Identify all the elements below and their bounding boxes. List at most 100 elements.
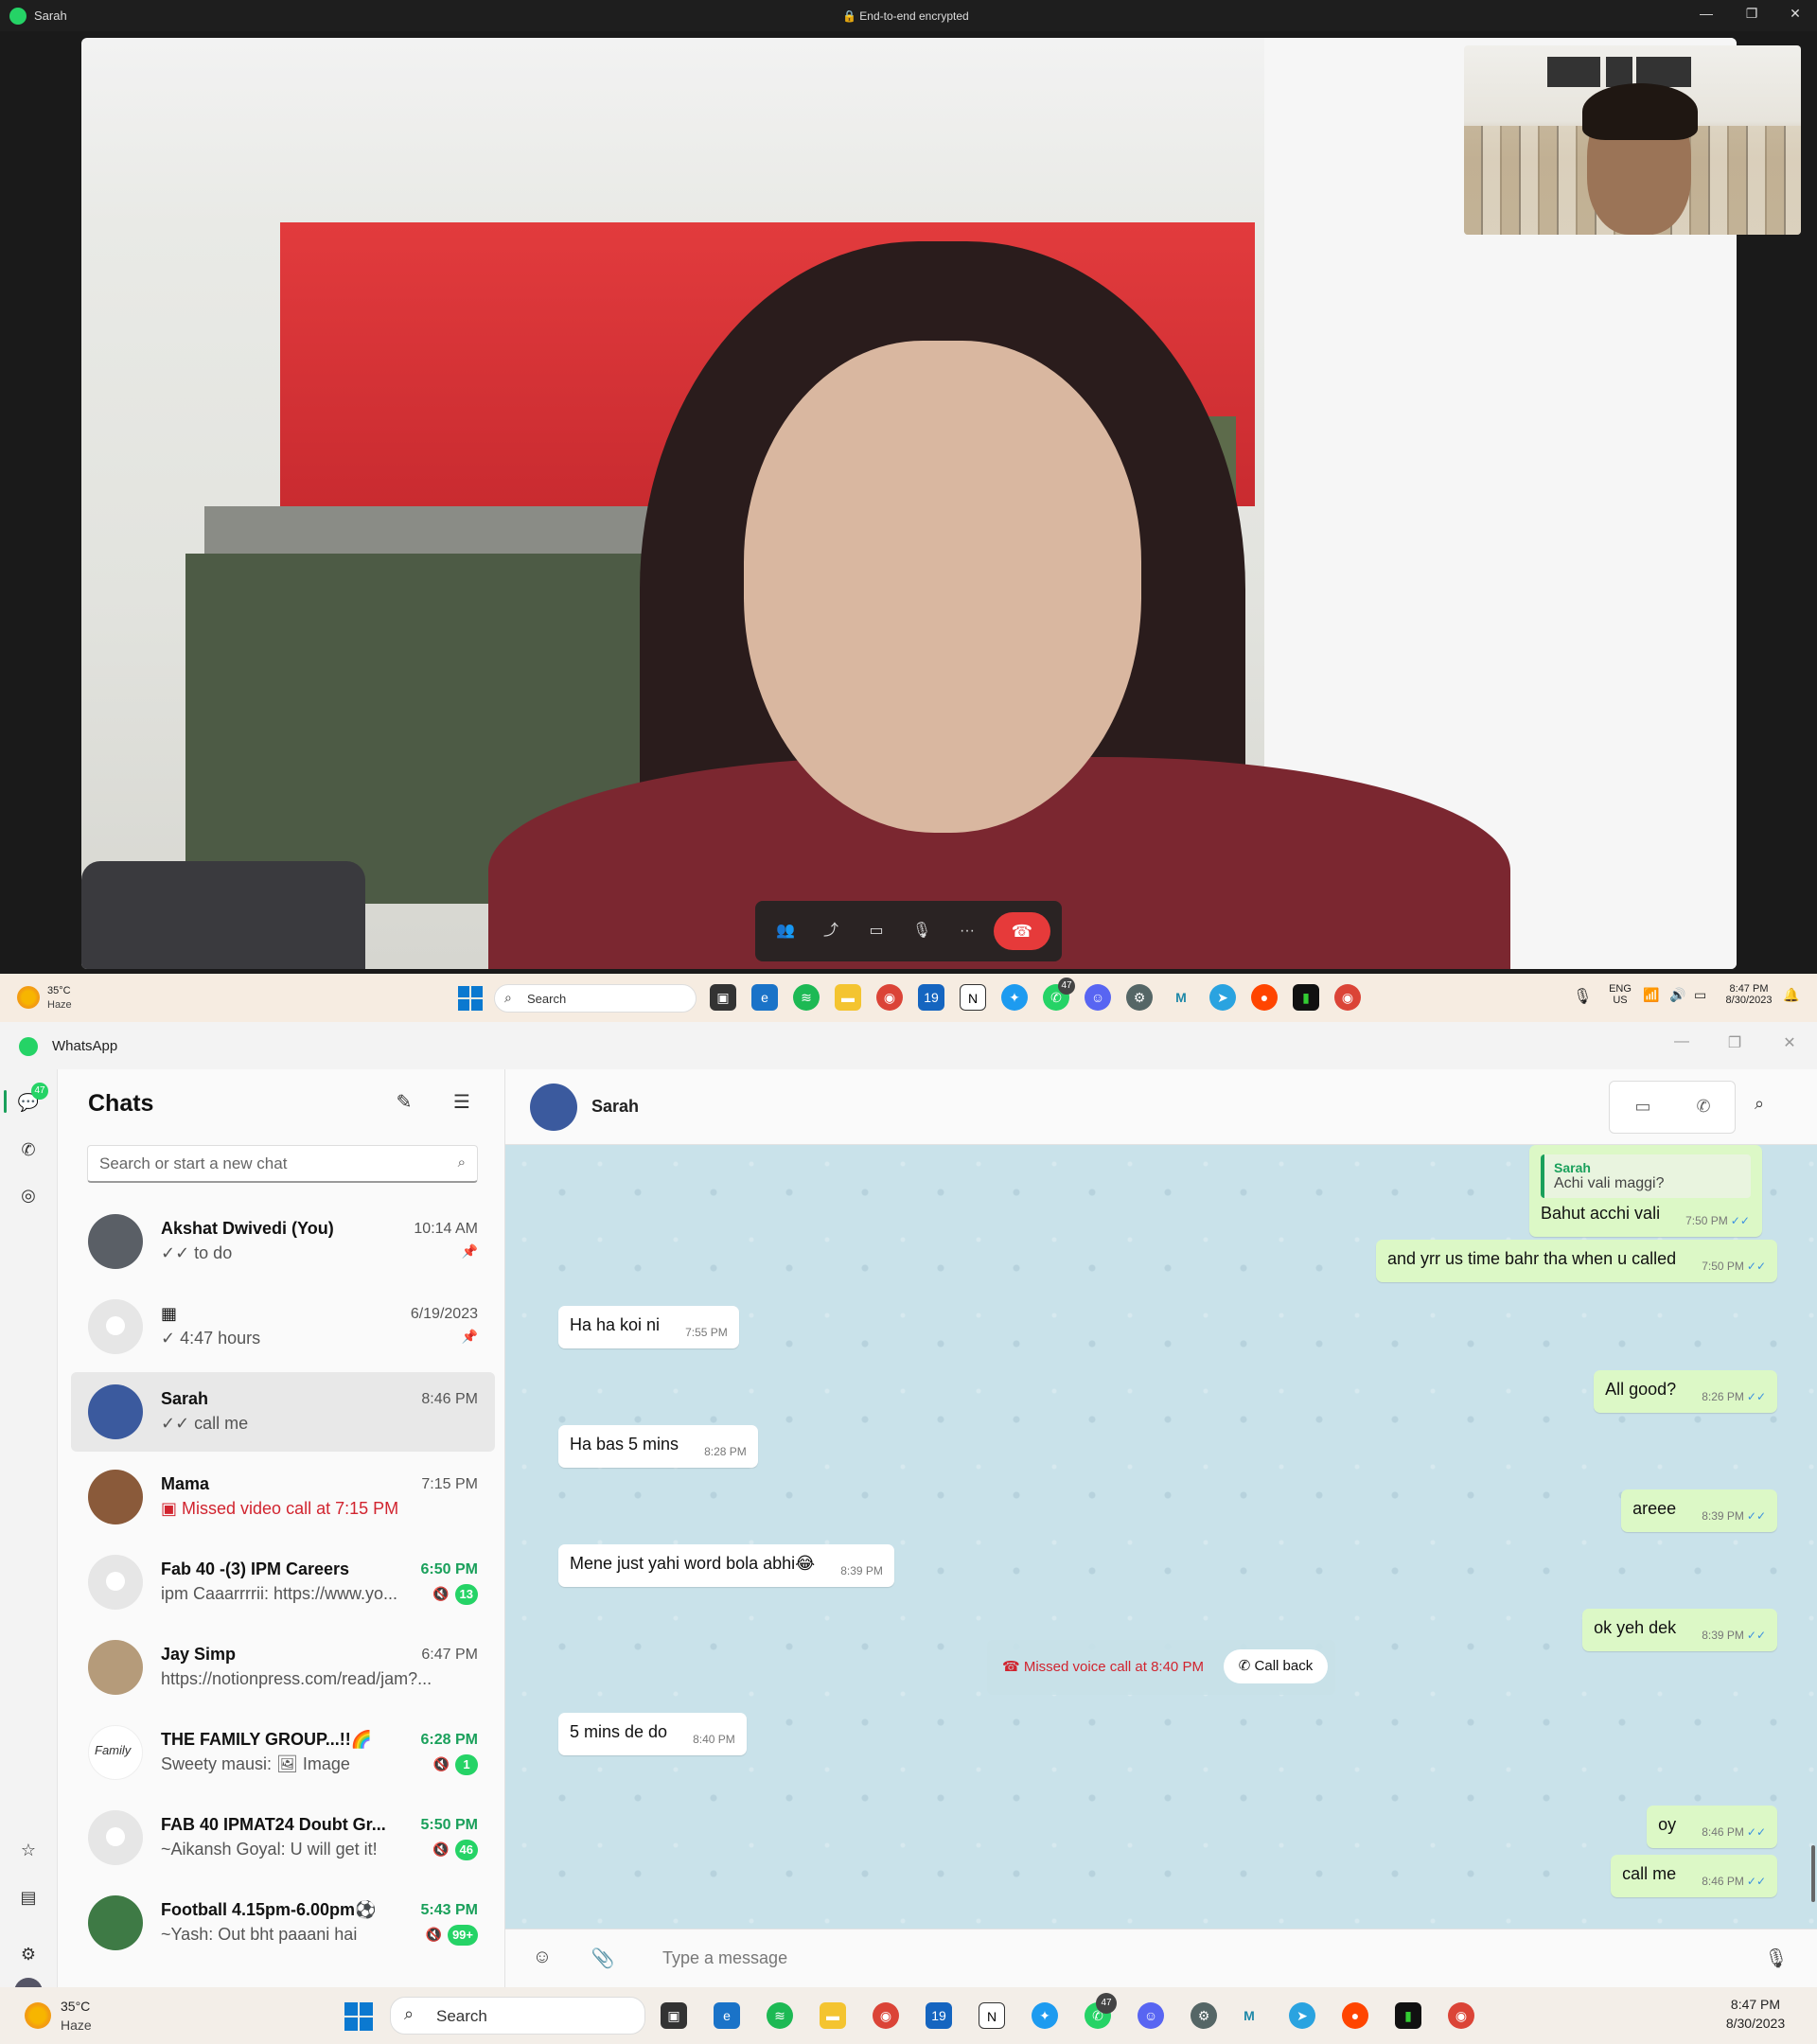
message-bubble-out[interactable]: All good? 8:26 PM ✓✓: [1594, 1370, 1777, 1413]
taskbar-search[interactable]: ⌕ Search: [494, 984, 697, 1013]
calendar-icon[interactable]: 19: [926, 2002, 952, 2029]
chat-item-football[interactable]: Football 4.15pm-6.00pm⚽ 5:43 PM ~Yash: O…: [71, 1883, 495, 1963]
file-explorer-icon[interactable]: ▬: [835, 984, 861, 1011]
new-chat-icon[interactable]: ✎: [390, 1090, 418, 1114]
edge-icon[interactable]: e: [751, 984, 778, 1011]
message-bubble-in[interactable]: Ha ha koi ni 7:55 PM: [558, 1306, 739, 1348]
calendar-icon[interactable]: 19: [918, 984, 944, 1011]
stocks-icon[interactable]: ▮: [1395, 2002, 1421, 2029]
stocks-icon[interactable]: ▮: [1293, 984, 1319, 1011]
taskview-icon[interactable]: ▣: [661, 2002, 687, 2029]
message-bubble-out[interactable]: Sarah Achi vali maggi? Bahut acchi vali …: [1529, 1145, 1762, 1237]
message-bubble-in[interactable]: Ha bas 5 mins 8:28 PM: [558, 1425, 758, 1468]
contact-name[interactable]: Sarah: [591, 1097, 639, 1117]
maximize-button[interactable]: ❐: [1720, 1033, 1749, 1052]
attach-icon[interactable]: 📎: [589, 1947, 617, 1970]
chrome-icon[interactable]: ◉: [873, 2002, 899, 2029]
mic-toggle-icon[interactable]: 🎙: [903, 912, 941, 950]
start-icon[interactable]: [344, 2002, 373, 2031]
reddit-icon[interactable]: ●: [1251, 984, 1278, 1011]
chat-item-jay-simp[interactable]: Jay Simp 6:47 PM https://notionpress.com…: [71, 1628, 495, 1707]
message-bubble-out[interactable]: call me 8:46 PM ✓✓: [1611, 1855, 1777, 1897]
reddit-icon[interactable]: ●: [1342, 2002, 1368, 2029]
maximize-button[interactable]: ❐: [1738, 6, 1766, 22]
message-bubble-out[interactable]: ok yeh dek 8:39 PM ✓✓: [1582, 1609, 1777, 1651]
message-bubble-out[interactable]: areee 8:39 PM ✓✓: [1621, 1489, 1777, 1532]
chrome-profile-icon[interactable]: ◉: [1448, 2002, 1474, 2029]
chat-search-input[interactable]: Search or start a new chat ⌕: [87, 1145, 478, 1183]
starred-icon[interactable]: ☆: [14, 1836, 43, 1864]
settings-gear-icon[interactable]: ⚙: [1191, 2002, 1217, 2029]
quoted-message[interactable]: Sarah Achi vali maggi?: [1541, 1154, 1751, 1198]
active-indicator: [4, 1090, 7, 1113]
message-input[interactable]: Type a message: [662, 1948, 787, 1968]
chat-item-akshat[interactable]: Akshat Dwivedi (You) 10:14 AM ✓✓ to do 📌: [71, 1202, 495, 1281]
self-video-preview[interactable]: [1464, 45, 1801, 235]
chrome-profile-icon[interactable]: ◉: [1334, 984, 1361, 1011]
emoji-icon[interactable]: ☺: [528, 1947, 556, 1968]
minimize-button[interactable]: —: [1692, 6, 1720, 21]
weather-icon[interactable]: [25, 2002, 51, 2029]
close-button[interactable]: ✕: [1781, 6, 1809, 22]
chat-item-family-group[interactable]: Family THE FAMILY GROUP...!!🌈 6:28 PM Sw…: [71, 1713, 495, 1792]
spotify-icon[interactable]: ≋: [793, 984, 820, 1011]
settings-gear-icon[interactable]: ⚙: [14, 1940, 43, 1968]
taskbar-search[interactable]: ⌕ Search: [390, 1997, 645, 2035]
app-m-icon[interactable]: M: [1236, 2002, 1262, 2029]
chat-item-sarah[interactable]: Sarah 8:46 PM ✓✓ call me: [71, 1372, 495, 1452]
message-list[interactable]: Sarah Achi vali maggi? Bahut acchi vali …: [505, 1145, 1817, 1929]
contact-avatar[interactable]: [530, 1084, 577, 1131]
missed-call-notice: ☎ Missed voice call at 8:40 PM ✆ Call ba…: [987, 1640, 1335, 1695]
calls-nav-icon[interactable]: ✆: [14, 1136, 43, 1164]
more-options-icon[interactable]: ···: [948, 912, 986, 950]
notification-icon[interactable]: 🔔: [1783, 987, 1799, 1003]
settings-gear-icon[interactable]: ⚙: [1126, 984, 1153, 1011]
voice-call-icon[interactable]: ✆: [1689, 1097, 1718, 1117]
clock[interactable]: 8:47 PM 8/30/2023: [1719, 983, 1779, 1006]
mic-tray-icon[interactable]: 🎙: [1573, 987, 1592, 1006]
status-nav-icon[interactable]: ◎: [14, 1181, 43, 1209]
participants-icon[interactable]: 👥: [767, 912, 804, 950]
taskview-icon[interactable]: ▣: [710, 984, 736, 1011]
discord-icon[interactable]: ☺: [1138, 2002, 1164, 2029]
video-toggle-icon[interactable]: ▭: [857, 912, 895, 950]
weather-icon[interactable]: [17, 986, 40, 1009]
volume-icon[interactable]: 🔊: [1669, 987, 1685, 1003]
twitter-icon[interactable]: ✦: [1032, 2002, 1058, 2029]
call-back-button[interactable]: ✆ Call back: [1224, 1649, 1328, 1683]
mic-icon[interactable]: 🎙: [1762, 1947, 1791, 1970]
notion-icon[interactable]: N: [960, 984, 986, 1011]
app-m-icon[interactable]: M: [1168, 984, 1194, 1011]
end-call-button[interactable]: ☎: [994, 912, 1050, 950]
message-bubble-out[interactable]: and yrr us time bahr tha when u called 7…: [1376, 1240, 1777, 1282]
edge-icon[interactable]: e: [714, 2002, 740, 2029]
message-bubble-in[interactable]: Mene just yahi word bola abhi😂 8:39 PM: [558, 1544, 894, 1587]
telegram-icon[interactable]: ➤: [1209, 984, 1236, 1011]
message-scrollbar[interactable]: [1811, 1845, 1815, 1902]
chat-item-mama[interactable]: Mama 7:15 PM ▣ Missed video call at 7:15…: [71, 1457, 495, 1537]
wifi-icon[interactable]: 📶: [1643, 987, 1659, 1003]
spotify-icon[interactable]: ≋: [767, 2002, 793, 2029]
telegram-icon[interactable]: ➤: [1289, 2002, 1315, 2029]
language-indicator[interactable]: ENG US: [1605, 983, 1635, 1006]
notion-icon[interactable]: N: [979, 2002, 1005, 2029]
minimize-button[interactable]: —: [1667, 1033, 1696, 1050]
chat-item-self-note[interactable]: ▦ 6/19/2023 ✓ 4:47 hours 📌: [71, 1287, 495, 1366]
filter-icon[interactable]: ☰: [448, 1090, 476, 1114]
close-button[interactable]: ✕: [1775, 1033, 1804, 1052]
video-call-icon[interactable]: ▭: [1629, 1097, 1657, 1117]
chat-item-fab40-doubt[interactable]: FAB 40 IPMAT24 Doubt Gr... 5:50 PM ~Aika…: [71, 1798, 495, 1877]
message-bubble-out[interactable]: oy 8:46 PM ✓✓: [1647, 1806, 1777, 1848]
chat-item-fab40-careers[interactable]: Fab 40 -(3) IPM Careers 6:50 PM ipm Caaa…: [71, 1542, 495, 1622]
chrome-icon[interactable]: ◉: [876, 984, 903, 1011]
search-in-chat-icon[interactable]: ⌕: [1755, 1094, 1764, 1114]
clock[interactable]: 8:47 PM 8/30/2023: [1713, 1997, 1798, 2031]
start-icon[interactable]: [458, 986, 483, 1011]
share-screen-icon[interactable]: ⤴: [812, 912, 850, 950]
message-bubble-in[interactable]: 5 mins de do 8:40 PM: [558, 1713, 747, 1755]
battery-icon[interactable]: ▭: [1694, 987, 1706, 1003]
archive-icon[interactable]: ▤: [14, 1883, 43, 1912]
twitter-icon[interactable]: ✦: [1001, 984, 1028, 1011]
file-explorer-icon[interactable]: ▬: [820, 2002, 846, 2029]
discord-icon[interactable]: ☺: [1085, 984, 1111, 1011]
